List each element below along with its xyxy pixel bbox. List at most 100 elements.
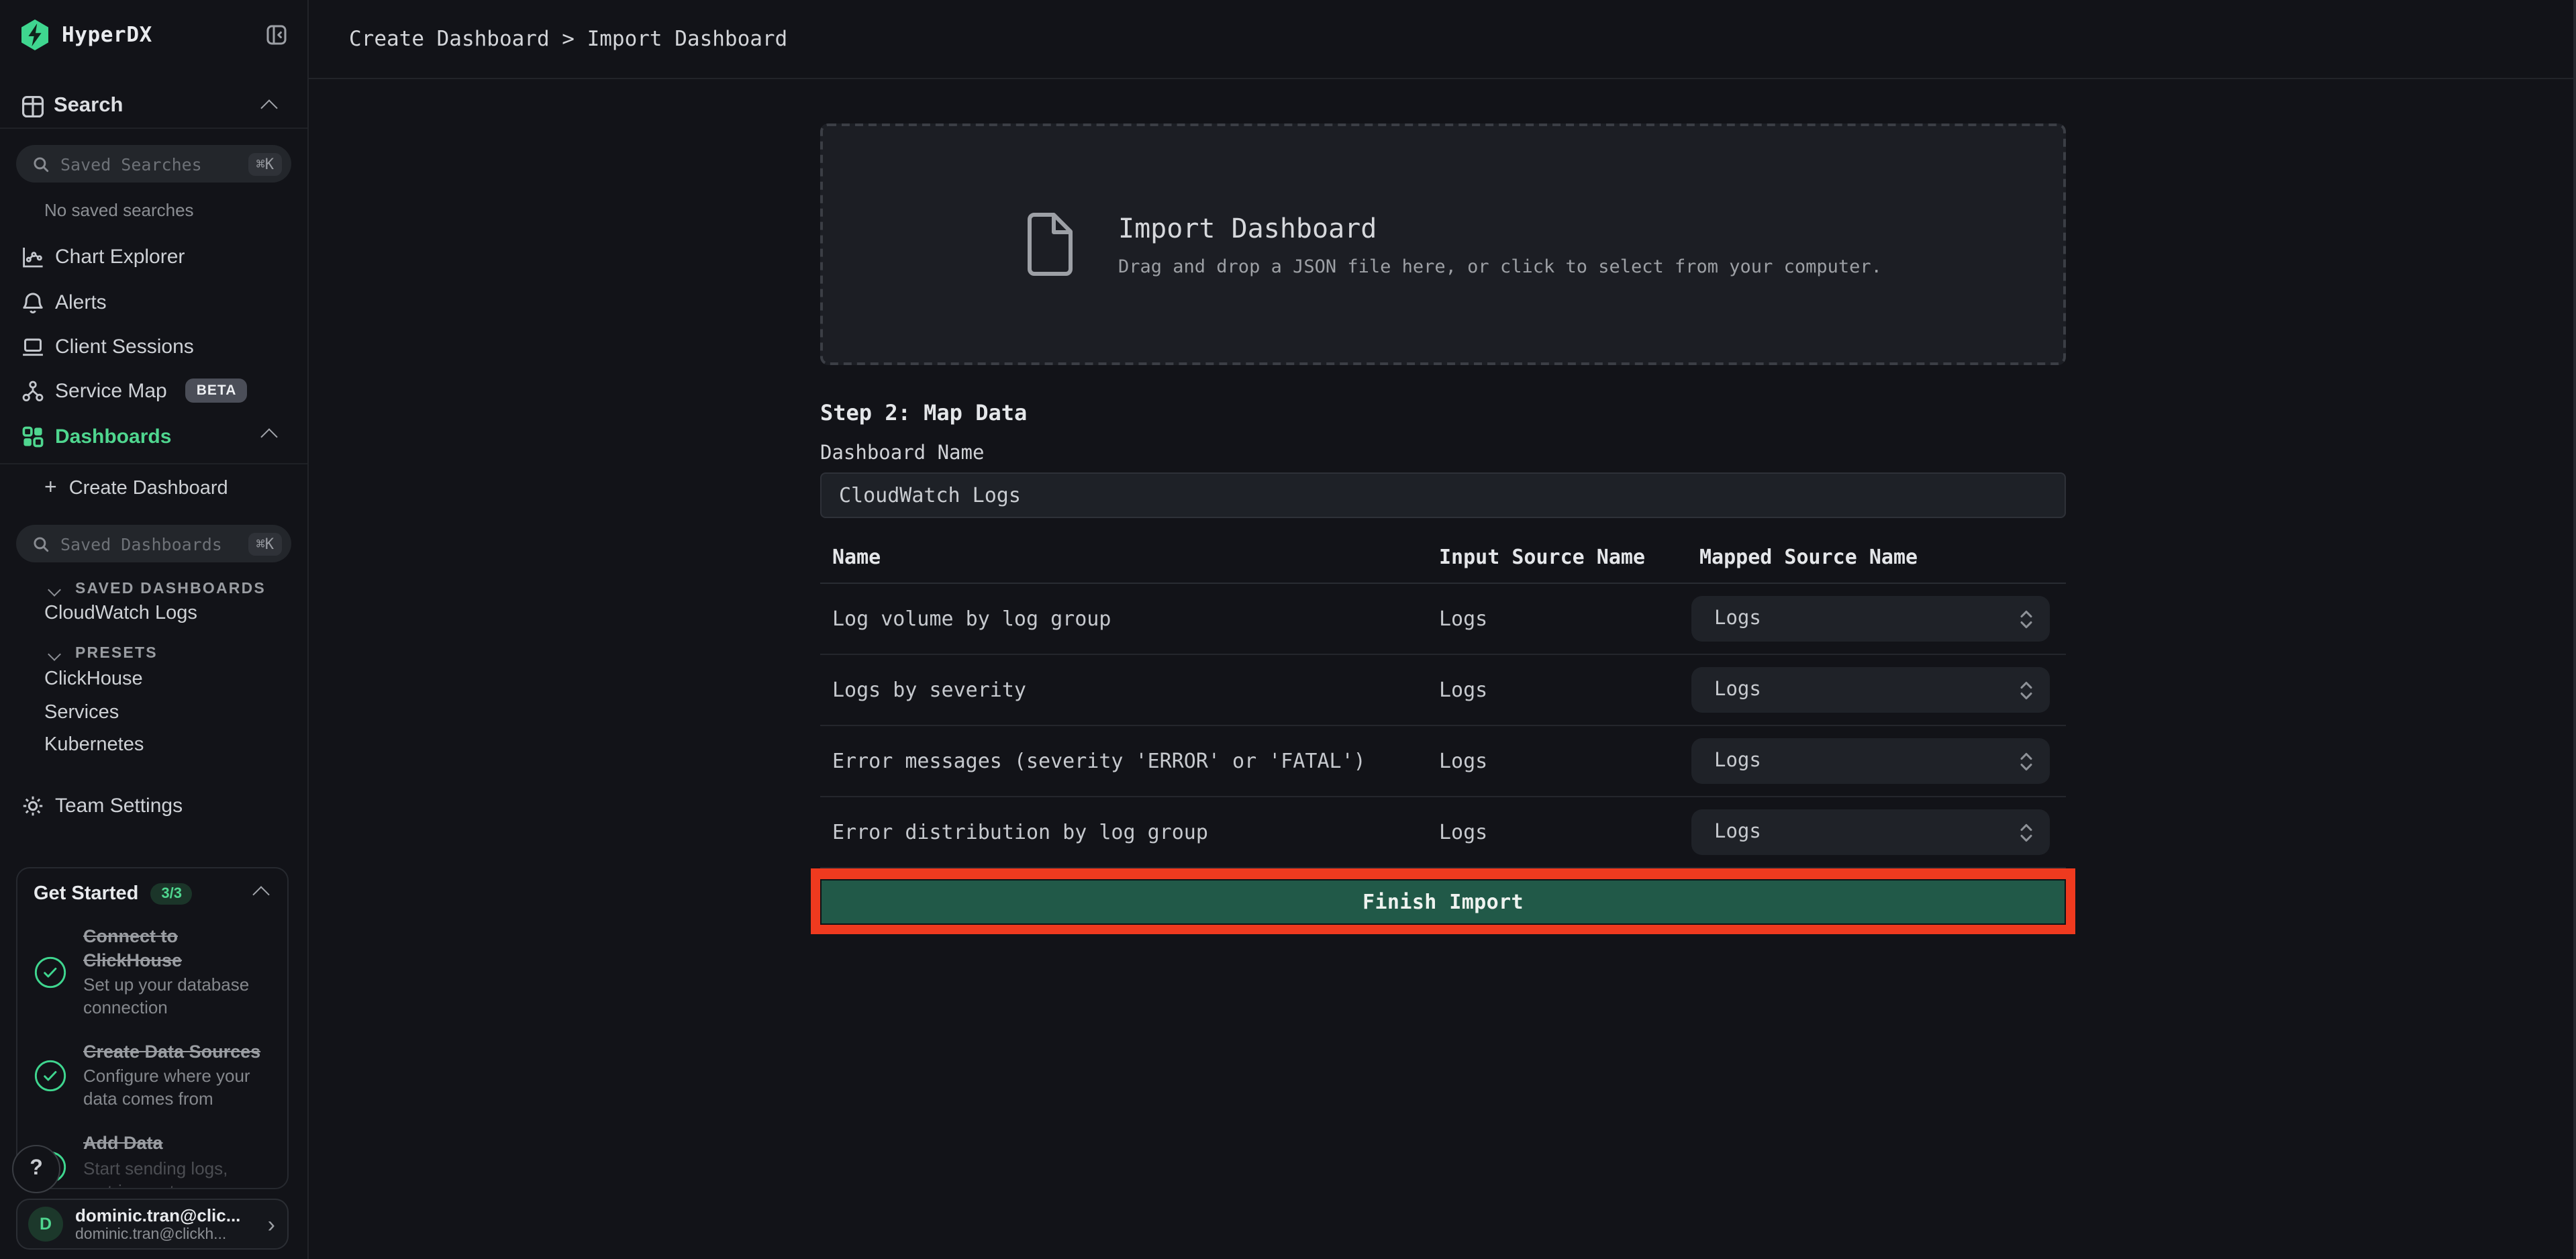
sidebar: HyperDX Search Saved Searches ⌘K No save…: [0, 0, 309, 1259]
app-window: HyperDX Search Saved Searches ⌘K No save…: [0, 0, 2576, 1259]
get-started-item-text: Create Data Sources Configure where your…: [83, 1040, 271, 1112]
sidebar-item-client-sessions[interactable]: Client Sessions: [0, 323, 307, 369]
sidebar-item-label: Chart Explorer: [55, 245, 185, 268]
input-source-cell: Logs: [1439, 607, 1699, 631]
saved-searches-input[interactable]: Saved Searches ⌘K: [16, 145, 291, 183]
get-started-item-connect[interactable]: Connect to ClickHouse Set up your databa…: [34, 925, 271, 1020]
sidebar-item-service-map[interactable]: Service Map BETA: [0, 368, 307, 413]
divider: [0, 463, 307, 464]
finish-import-button[interactable]: Finish Import: [820, 879, 2066, 925]
mapped-source-cell: Logs: [1699, 667, 2066, 713]
sidebar-item-team-settings[interactable]: Team Settings: [0, 788, 307, 824]
search-icon: [32, 155, 50, 172]
create-dashboard-button[interactable]: + Create Dashboard: [0, 471, 307, 506]
sidebar-item-services[interactable]: Services: [44, 702, 119, 723]
get-started-item-add-data[interactable]: Add Data Start sending logs, metrics, or…: [34, 1131, 271, 1189]
user-menu[interactable]: D dominic.tran@clic... dominic.tran@clic…: [16, 1199, 289, 1250]
chevron-up-icon[interactable]: [260, 99, 277, 116]
step-heading: Step 2: Map Data: [820, 401, 2066, 425]
dropzone-title: Import Dashboard: [1118, 211, 1882, 244]
sidebar-item-label: Alerts: [55, 291, 107, 313]
dashboard-name-input[interactable]: [820, 472, 2066, 518]
mapped-source-cell: Logs: [1699, 738, 2066, 784]
column-header-input-source: Input Source Name: [1439, 545, 1699, 569]
chevron-up-icon[interactable]: [252, 885, 269, 902]
chart-name-cell: Error distribution by log group: [820, 820, 1439, 844]
search-section-icon: [21, 95, 44, 117]
mapped-source-select[interactable]: Logs: [1691, 596, 2050, 642]
laptop-icon: [21, 335, 44, 358]
mapped-source-select[interactable]: Logs: [1691, 809, 2050, 855]
mapped-source-cell: Logs: [1699, 809, 2066, 855]
chart-explorer-icon: [21, 245, 44, 268]
logo-row: HyperDX: [0, 16, 307, 54]
get-started-item-text: Add Data Start sending logs, metrics, or…: [83, 1131, 271, 1189]
create-dashboard-label: Create Dashboard: [69, 478, 228, 499]
mapped-source-select[interactable]: Logs: [1691, 738, 2050, 784]
user-name: dominic.tran@clic...: [75, 1205, 240, 1225]
table-row: Log volume by log group Logs Logs: [820, 584, 2066, 655]
select-chevrons-icon: [2019, 678, 2034, 701]
select-value: Logs: [1714, 750, 1761, 772]
chevron-right-icon: ›: [268, 1213, 275, 1236]
input-source-cell: Logs: [1439, 749, 1699, 773]
import-dashboard-content: Import Dashboard Drag and drop a JSON fi…: [820, 78, 2066, 934]
sidebar-item-label: Client Sessions: [55, 335, 194, 358]
presets-group-header[interactable]: PRESETS: [0, 640, 307, 667]
select-chevrons-icon: [2019, 821, 2034, 844]
no-saved-searches-text: No saved searches: [44, 200, 194, 220]
get-started-item-sources[interactable]: Create Data Sources Configure where your…: [34, 1040, 271, 1112]
plus-icon: +: [44, 478, 57, 499]
sidebar-collapse-icon[interactable]: [266, 24, 287, 46]
mapped-source-select[interactable]: Logs: [1691, 667, 2050, 713]
divider: [0, 128, 307, 129]
sidebar-item-clickhouse[interactable]: ClickHouse: [44, 668, 143, 690]
table-row: Error messages (severity 'ERROR' or 'FAT…: [820, 726, 2066, 797]
column-header-mapped-source: Mapped Source Name: [1699, 545, 2066, 569]
chevron-up-icon[interactable]: [260, 428, 277, 445]
bell-icon: [21, 291, 44, 313]
chevron-down-icon: [48, 647, 61, 660]
column-header-name: Name: [820, 545, 1439, 569]
shortcut-badge: ⌘K: [248, 152, 283, 175]
item-title: Connect to ClickHouse: [83, 925, 271, 972]
breadcrumb: Create Dashboard > Import Dashboard: [349, 27, 787, 51]
saved-dashboards-group-header[interactable]: SAVED DASHBOARDS: [0, 576, 307, 603]
scrollbar-track[interactable]: [2573, 0, 2576, 1259]
item-title: Add Data: [83, 1131, 271, 1155]
json-dropzone[interactable]: Import Dashboard Drag and drop a JSON fi…: [820, 123, 2066, 365]
saved-dashboards-input[interactable]: Saved Dashboards ⌘K: [16, 525, 291, 562]
select-chevrons-icon: [2019, 750, 2034, 772]
mapping-table: Name Input Source Name Mapped Source Nam…: [820, 545, 2066, 868]
item-title: Create Data Sources: [83, 1040, 271, 1064]
dashboard-name-label: Dashboard Name: [820, 443, 2066, 464]
select-value: Logs: [1714, 821, 1761, 843]
shortcut-badge: ⌘K: [248, 532, 283, 555]
group-header-label: SAVED DASHBOARDS: [75, 581, 266, 597]
sidebar-item-label: Team Settings: [55, 795, 183, 817]
sidebar-item-kubernetes[interactable]: Kubernetes: [44, 734, 144, 756]
chevron-down-icon: [48, 583, 61, 596]
group-header-label: PRESETS: [75, 646, 158, 662]
dashboards-icon: [21, 425, 44, 448]
sidebar-item-label: Service Map: [55, 379, 167, 402]
check-circle-icon: [34, 1059, 67, 1093]
file-icon: [1024, 212, 1075, 276]
search-icon: [32, 535, 50, 552]
sidebar-item-cloudwatch-logs[interactable]: CloudWatch Logs: [44, 603, 197, 624]
sidebar-item-chart-explorer[interactable]: Chart Explorer: [0, 234, 307, 279]
check-circle-icon: [34, 956, 67, 989]
help-button[interactable]: ?: [12, 1145, 60, 1193]
select-value: Logs: [1714, 608, 1761, 630]
dropzone-text: Import Dashboard Drag and drop a JSON fi…: [1118, 211, 1882, 277]
sidebar-item-dashboards[interactable]: Dashboards: [0, 413, 307, 459]
app-title: HyperDX: [62, 23, 152, 47]
get-started-header[interactable]: Get Started 3/3: [34, 883, 271, 905]
sidebar-item-alerts[interactable]: Alerts: [0, 279, 307, 325]
item-subtitle: Set up your database connection: [83, 974, 271, 1020]
dropzone-subtitle: Drag and drop a JSON file here, or click…: [1118, 256, 1882, 277]
click-target-annotation: Finish Import: [811, 868, 2075, 934]
sidebar-section-search[interactable]: Search: [0, 89, 307, 123]
select-value: Logs: [1714, 679, 1761, 701]
get-started-title: Get Started: [34, 883, 138, 905]
